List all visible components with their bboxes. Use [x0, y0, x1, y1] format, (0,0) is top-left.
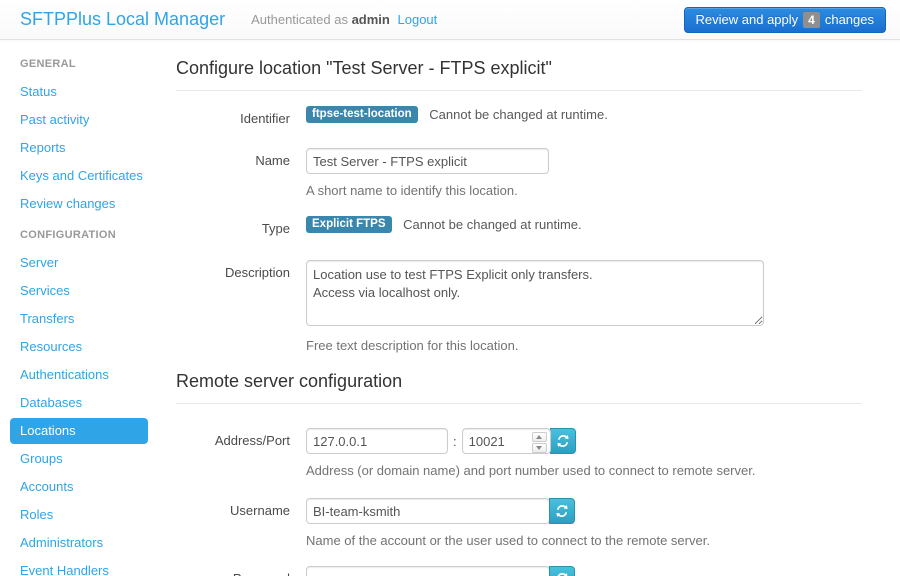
app-brand[interactable]: SFTPPlus Local Manager [0, 9, 225, 30]
address-port-row: Address/Port : [176, 428, 862, 478]
sidebar-item-locations[interactable]: Locations [10, 418, 148, 444]
name-input[interactable] [306, 148, 549, 174]
remote-section-title: Remote server configuration [176, 371, 862, 404]
main-content: Configure location "Test Server - FTPS e… [160, 40, 900, 576]
logout-link[interactable]: Logout [398, 12, 438, 27]
name-row: Name A short name to identify this locat… [176, 148, 862, 198]
refresh-icon [555, 572, 569, 576]
name-help: A short name to identify this location. [306, 183, 862, 198]
refresh-icon [555, 504, 569, 518]
type-label: Type [176, 216, 306, 236]
sidebar-item-status[interactable]: Status [10, 79, 148, 105]
type-row: Type Explicit FTPS Cannot be changed at … [176, 216, 862, 236]
sidebar-item-groups[interactable]: Groups [10, 446, 148, 472]
description-row: Description Location use to test FTPS Ex… [176, 260, 862, 353]
username-label: Username [176, 498, 306, 548]
type-note: Cannot be changed at runtime. [403, 217, 582, 232]
sidebar-section-configuration: CONFIGURATION [0, 219, 160, 250]
description-help: Free text description for this location. [306, 338, 862, 353]
sidebar-item-administrators[interactable]: Administrators [10, 530, 148, 556]
auth-status: Authenticated as admin Logout [251, 12, 437, 27]
chevron-up-icon [536, 435, 542, 439]
identifier-note: Cannot be changed at runtime. [429, 107, 608, 122]
sidebar-item-services[interactable]: Services [10, 278, 148, 304]
sidebar-item-authentications[interactable]: Authentications [10, 362, 148, 388]
sidebar-item-review-changes[interactable]: Review changes [10, 191, 148, 217]
username-input[interactable] [306, 498, 550, 524]
auth-username: admin [352, 12, 390, 27]
sidebar-nav: GENERAL Status Past activity Reports Key… [0, 40, 160, 576]
password-row: Password [176, 566, 862, 576]
password-refresh-button[interactable] [549, 566, 575, 576]
sidebar-item-resources[interactable]: Resources [10, 334, 148, 360]
sidebar-item-event-handlers[interactable]: Event Handlers [10, 558, 148, 576]
password-label: Password [176, 566, 306, 576]
identifier-badge: ftpse-test-location [306, 106, 418, 123]
address-input[interactable] [306, 428, 448, 454]
page-title: Configure location "Test Server - FTPS e… [176, 58, 862, 91]
type-badge: Explicit FTPS [306, 216, 392, 233]
sidebar-item-databases[interactable]: Databases [10, 390, 148, 416]
password-input[interactable] [306, 566, 550, 576]
sidebar-section-general: GENERAL [0, 48, 160, 79]
address-port-separator: : [453, 434, 457, 449]
description-label: Description [176, 260, 306, 353]
port-field [462, 428, 551, 454]
sidebar-item-past-activity[interactable]: Past activity [10, 107, 148, 133]
username-refresh-button[interactable] [549, 498, 575, 524]
port-spinner-up[interactable] [532, 432, 547, 442]
username-help: Name of the account or the user used to … [306, 533, 862, 548]
address-port-label: Address/Port [176, 428, 306, 478]
chevron-down-icon [536, 446, 542, 450]
address-port-refresh-button[interactable] [550, 428, 576, 454]
sidebar-item-transfers[interactable]: Transfers [10, 306, 148, 332]
description-textarea[interactable]: Location use to test FTPS Explicit only … [306, 260, 764, 326]
identifier-label: Identifier [176, 106, 306, 126]
review-button-text-pre: Review and apply [696, 12, 799, 27]
name-label: Name [176, 148, 306, 198]
sidebar-item-keys-and-certificates[interactable]: Keys and Certificates [10, 163, 148, 189]
auth-prefix: Authenticated as [251, 12, 348, 27]
top-header: SFTPPlus Local Manager Authenticated as … [0, 0, 900, 40]
sidebar-item-accounts[interactable]: Accounts [10, 474, 148, 500]
port-spinner [532, 432, 547, 453]
sidebar-item-server[interactable]: Server [10, 250, 148, 276]
sidebar-item-roles[interactable]: Roles [10, 502, 148, 528]
address-port-help: Address (or domain name) and port number… [306, 463, 862, 478]
port-spinner-down[interactable] [532, 443, 547, 453]
identifier-row: Identifier ftpse-test-location Cannot be… [176, 106, 862, 126]
sidebar-item-reports[interactable]: Reports [10, 135, 148, 161]
changes-count-badge: 4 [803, 12, 820, 28]
refresh-icon [556, 434, 570, 448]
review-button-text-post: changes [825, 12, 874, 27]
review-and-apply-button[interactable]: Review and apply 4 changes [684, 7, 886, 33]
username-row: Username Name [176, 498, 862, 548]
